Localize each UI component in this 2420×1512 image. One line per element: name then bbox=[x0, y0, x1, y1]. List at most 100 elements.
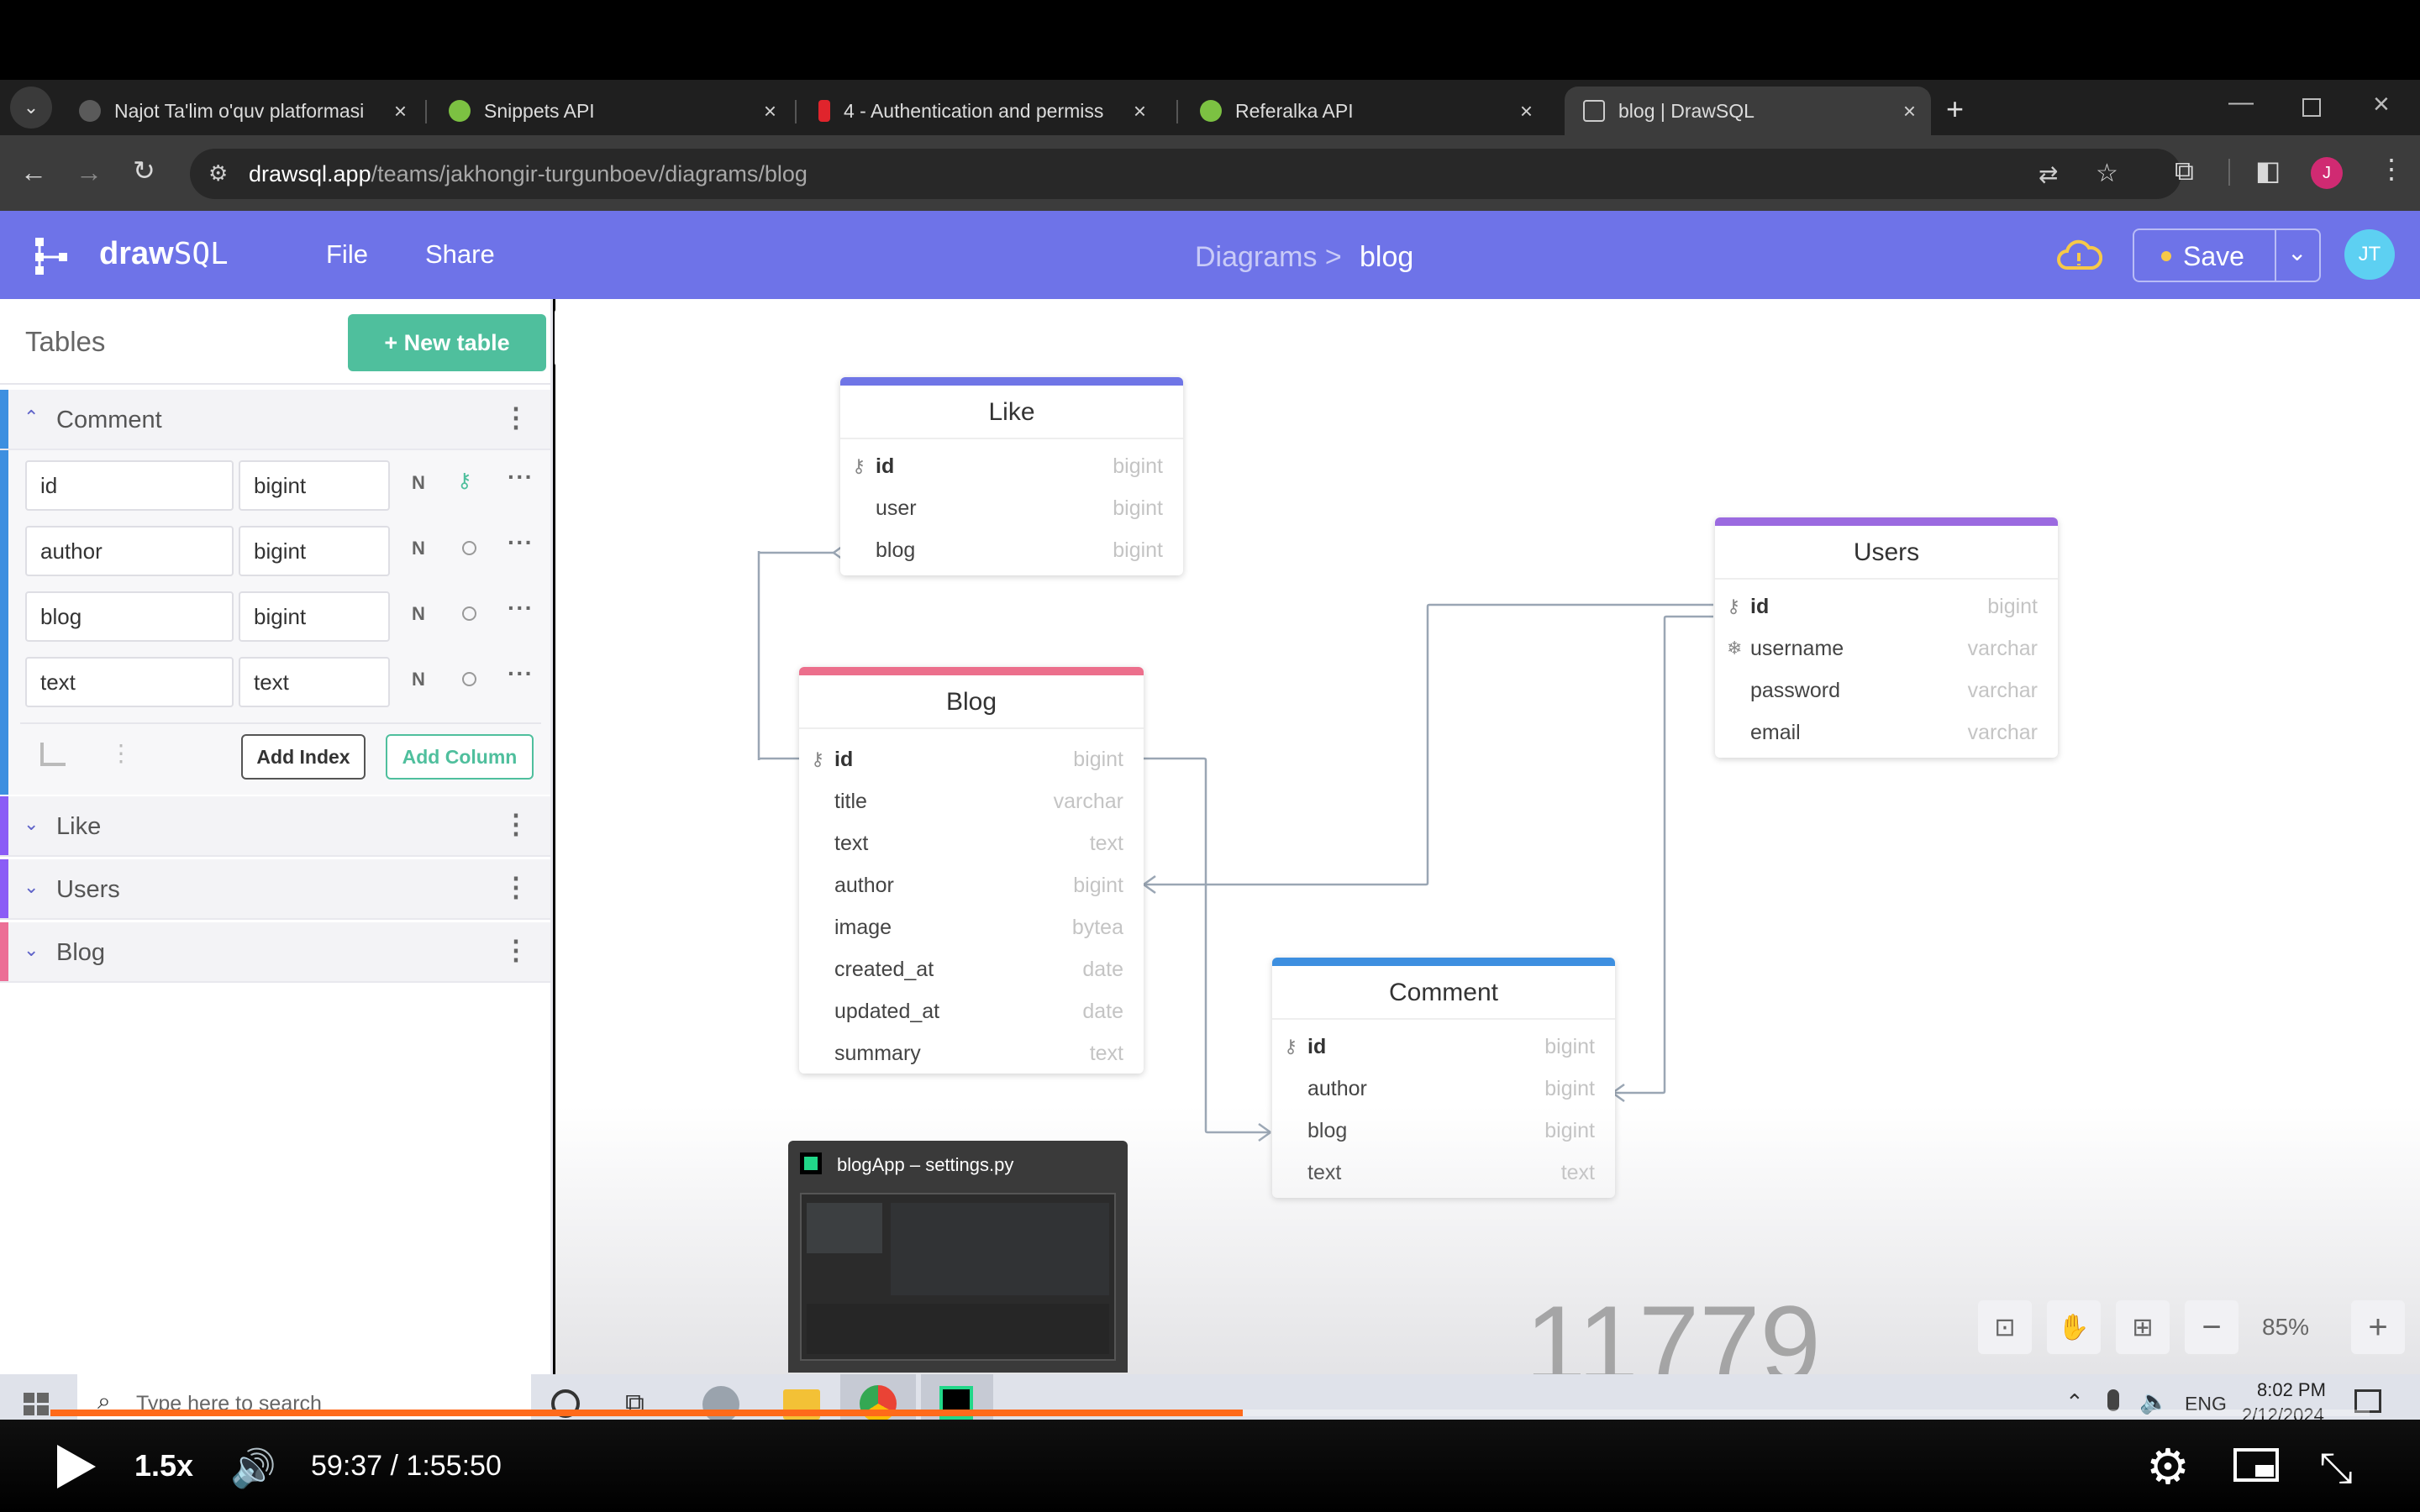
bookmark-star-icon[interactable]: ☆ bbox=[2096, 159, 2118, 188]
zoom-in-button[interactable]: + bbox=[2351, 1300, 2405, 1354]
exit-fullscreen-icon[interactable]: ⤡ bbox=[2319, 1443, 2353, 1493]
close-icon[interactable]: × bbox=[1903, 98, 1916, 124]
nullable-toggle[interactable]: N bbox=[412, 538, 425, 559]
column-name-input[interactable]: id bbox=[25, 460, 234, 511]
key-radio-icon[interactable] bbox=[462, 541, 476, 555]
chevron-down-icon[interactable]: ⌄ bbox=[24, 939, 39, 961]
browser-tab[interactable]: Snippets API × bbox=[430, 87, 792, 135]
new-table-button[interactable]: + New table bbox=[348, 314, 546, 371]
chevron-down-icon[interactable]: ⌄ bbox=[24, 876, 39, 898]
table-section-blog[interactable]: ⌄ Blog ⋮ bbox=[0, 922, 550, 983]
grid-icon[interactable]: ⊞ bbox=[2116, 1300, 2170, 1354]
address-bar[interactable]: ⚙ drawsql.app/teams/jakhongir-turgunboev… bbox=[190, 149, 2181, 199]
new-tab-button[interactable]: + bbox=[1946, 92, 1964, 127]
table-options-icon[interactable]: ⋮ bbox=[502, 402, 529, 433]
table-section-like[interactable]: ⌄ Like ⋮ bbox=[0, 796, 550, 857]
expanded-color-bar bbox=[0, 450, 8, 795]
column-more-icon[interactable]: ··· bbox=[508, 660, 534, 687]
back-icon[interactable]: ← bbox=[20, 159, 47, 186]
browser-tab[interactable]: 4 - Authentication and permissi × bbox=[800, 87, 1161, 135]
nullable-toggle[interactable]: N bbox=[412, 472, 425, 494]
volume-icon[interactable]: 🔊 bbox=[230, 1446, 276, 1490]
table-color-bar bbox=[0, 390, 8, 449]
table-options-icon[interactable]: ⋮ bbox=[502, 934, 529, 966]
add-column-button[interactable]: Add Column bbox=[386, 734, 534, 780]
breadcrumb-parent[interactable]: Diagrams > bbox=[1195, 241, 1342, 274]
diagram-table-blog[interactable]: Blog ⚷ id bigint title varchar text text aut… bbox=[799, 667, 1144, 1074]
miniplayer-icon[interactable] bbox=[2233, 1448, 2279, 1482]
forward-icon[interactable]: → bbox=[76, 159, 103, 186]
column-type-select[interactable]: bigint bbox=[239, 591, 390, 642]
column-type-select[interactable]: text bbox=[239, 657, 390, 707]
fit-view-icon[interactable]: ⊡ bbox=[1978, 1300, 2032, 1354]
app-logo-text: drawSQL bbox=[99, 236, 229, 272]
zoom-out-button[interactable]: − bbox=[2185, 1300, 2238, 1354]
primary-key-icon[interactable]: ⚷ bbox=[457, 469, 472, 493]
key-radio-icon[interactable] bbox=[462, 672, 476, 686]
drawsql-logo-icon[interactable] bbox=[34, 236, 79, 276]
taskbar-window-preview[interactable]: blogApp – settings.py bbox=[788, 1141, 1128, 1373]
clock-time[interactable]: 8:02 PM bbox=[2257, 1379, 2326, 1401]
nullable-toggle[interactable]: N bbox=[412, 603, 425, 625]
browser-tab[interactable]: Referalka API × bbox=[1181, 87, 1548, 135]
chevron-up-icon[interactable]: ⌃ bbox=[24, 407, 39, 428]
diagram-table-like[interactable]: Like ⚷ id bigint user bigint blog bigint bbox=[840, 377, 1183, 575]
table-options-icon[interactable]: ⋮ bbox=[502, 808, 529, 840]
column-more-icon[interactable]: ··· bbox=[508, 464, 534, 491]
windows-start-icon[interactable] bbox=[24, 1393, 49, 1416]
translate-icon[interactable]: ⇄ bbox=[2039, 160, 2058, 188]
chevron-down-icon[interactable]: ⌄ bbox=[24, 813, 39, 835]
hand-pan-icon[interactable]: ✋ bbox=[2047, 1300, 2101, 1354]
menu-kebab-icon[interactable]: ⋮ bbox=[2378, 155, 2405, 182]
taskbar-app-icon[interactable] bbox=[702, 1386, 739, 1423]
reload-icon[interactable]: ↻ bbox=[133, 157, 155, 184]
close-window-button[interactable]: × bbox=[2373, 88, 2390, 121]
column-name-input[interactable]: author bbox=[25, 526, 234, 576]
play-icon[interactable] bbox=[57, 1445, 96, 1488]
column-type-select[interactable]: bigint bbox=[239, 526, 390, 576]
drag-handle-icon[interactable]: ⋮ bbox=[109, 739, 133, 767]
cloud-sync-warning-icon[interactable] bbox=[2055, 236, 2103, 275]
field-type: text bbox=[1089, 832, 1123, 855]
add-index-button[interactable]: Add Index bbox=[241, 734, 366, 780]
close-icon[interactable]: × bbox=[1520, 98, 1533, 124]
side-panel-icon[interactable]: ◧ bbox=[2255, 157, 2281, 184]
close-icon[interactable]: × bbox=[1134, 98, 1146, 124]
save-options-chevron-icon[interactable]: ⌄ bbox=[2287, 239, 2307, 266]
browser-tab[interactable]: Najot Ta'lim o'quv platformasi × bbox=[60, 87, 422, 135]
browser-tab-active[interactable]: blog | DrawSQL × bbox=[1565, 87, 1931, 135]
site-settings-icon[interactable]: ⚙ bbox=[208, 160, 228, 186]
key-radio-icon[interactable] bbox=[462, 606, 476, 621]
tab-list-dropdown[interactable]: ⌄ bbox=[10, 87, 52, 129]
column-more-icon[interactable]: ··· bbox=[508, 529, 534, 556]
playback-speed[interactable]: 1.5x bbox=[134, 1448, 193, 1483]
nullable-toggle[interactable]: N bbox=[412, 669, 425, 690]
diagram-table-users[interactable]: Users ⚷ id bigint ❄ username varchar passwor… bbox=[1715, 517, 2058, 758]
column-name-input[interactable]: blog bbox=[25, 591, 234, 642]
profile-avatar[interactable]: J bbox=[2311, 157, 2343, 189]
tab-divider bbox=[795, 100, 797, 123]
column-type-select[interactable]: bigint bbox=[239, 460, 390, 511]
table-section-comment[interactable]: ⌃ Comment ⋮ bbox=[0, 390, 550, 450]
video-progress-bar[interactable] bbox=[50, 1410, 2370, 1416]
tab-title: Referalka API bbox=[1235, 99, 1354, 122]
table-settings-icon[interactable] bbox=[40, 743, 66, 766]
microphone-icon[interactable] bbox=[2107, 1389, 2119, 1411]
settings-gear-icon[interactable]: ⚙ bbox=[2146, 1438, 2190, 1495]
table-options-icon[interactable]: ⋮ bbox=[502, 871, 529, 903]
column-name-input[interactable]: text bbox=[25, 657, 234, 707]
unique-snowflake-icon: ❄ bbox=[1727, 638, 1743, 659]
column-more-icon[interactable]: ··· bbox=[508, 595, 534, 622]
restore-button[interactable] bbox=[2302, 98, 2321, 117]
close-icon[interactable]: × bbox=[394, 98, 407, 124]
close-icon[interactable]: × bbox=[764, 98, 776, 124]
user-avatar[interactable]: JT bbox=[2344, 229, 2395, 280]
menu-share[interactable]: Share bbox=[425, 239, 495, 270]
save-button[interactable]: Save bbox=[2183, 241, 2244, 272]
toolbar-divider bbox=[2228, 159, 2230, 186]
extensions-icon[interactable]: ⧉ bbox=[2175, 157, 2194, 184]
menu-file[interactable]: File bbox=[326, 239, 368, 270]
minimize-button[interactable]: — bbox=[2228, 88, 2254, 117]
preview-thumbnail bbox=[800, 1193, 1116, 1361]
table-section-users[interactable]: ⌄ Users ⋮ bbox=[0, 859, 550, 920]
